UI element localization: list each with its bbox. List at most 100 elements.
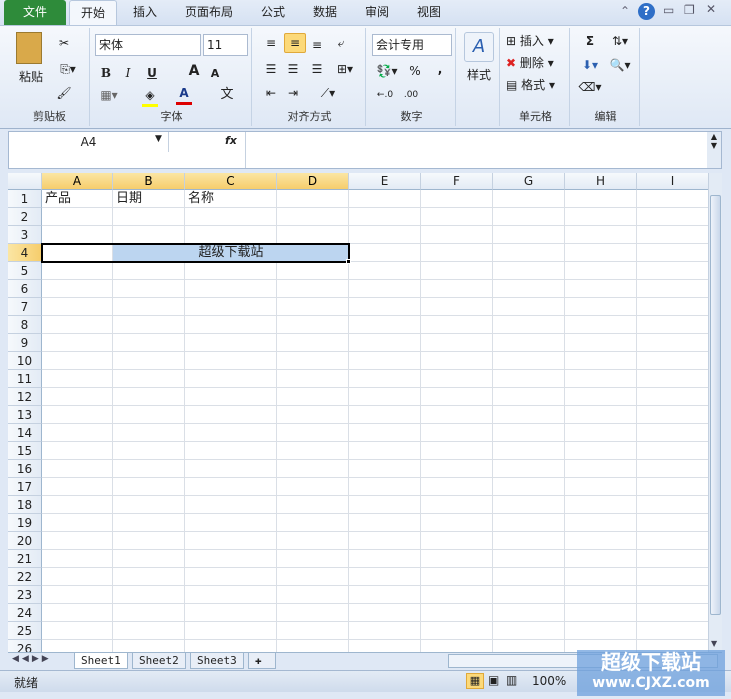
vertical-scrollbar[interactable]: ▼	[708, 173, 722, 652]
align-top-icon[interactable]: ≡	[262, 34, 280, 52]
increase-indent-icon[interactable]: ⇥	[284, 84, 302, 102]
format-cells-button[interactable]: ▤ 格式 ▾	[506, 76, 566, 94]
spreadsheet-grid[interactable]: A B C D E F G H I 1 2 3 4 5 6 7 8 9 10 11 12 13 14 15 16 17 18 19 20…	[8, 173, 708, 652]
column-header-G[interactable]: G	[493, 173, 565, 190]
name-box[interactable]: A4	[9, 132, 169, 152]
align-right-icon[interactable]: ☰	[308, 60, 326, 78]
sheet-tab-2[interactable]: Sheet2	[132, 653, 186, 669]
insert-sheet-icon[interactable]: ✚	[248, 653, 276, 669]
clear-icon[interactable]: ⌫▾	[578, 78, 602, 96]
currency-icon[interactable]: 💱▾	[374, 62, 400, 80]
close-icon[interactable]: ✕	[706, 2, 716, 16]
cell-C1[interactable]: 名称	[185, 190, 277, 208]
font-size-select[interactable]: 11	[203, 34, 248, 56]
sheet-tab-1[interactable]: Sheet1	[74, 653, 128, 669]
wrap-text-icon[interactable]: ⤶	[332, 34, 350, 52]
column-header-A[interactable]: A	[42, 173, 113, 190]
row-header-11[interactable]: 11	[8, 370, 42, 388]
row-header-10[interactable]: 10	[8, 352, 42, 370]
align-bottom-icon[interactable]: ≡	[308, 36, 326, 54]
scroll-thumb[interactable]	[710, 195, 721, 615]
tab-file[interactable]: 文件	[4, 0, 66, 26]
number-format-select[interactable]: 会计专用	[372, 34, 452, 56]
row-header-4[interactable]: 4	[8, 244, 42, 262]
column-header-E[interactable]: E	[349, 173, 421, 190]
align-middle-icon[interactable]: ≡	[284, 33, 306, 53]
minimize-icon[interactable]: ▭	[663, 3, 674, 17]
percent-button[interactable]: %	[408, 62, 422, 80]
row-header-9[interactable]: 9	[8, 334, 42, 352]
tab-insert[interactable]: 插入	[122, 0, 168, 26]
row-header-2[interactable]: 2	[8, 208, 42, 226]
shrink-font-button[interactable]: A	[208, 65, 222, 83]
increase-decimal-button[interactable]: ←.0	[374, 86, 396, 104]
page-layout-view-icon[interactable]: ▣	[488, 673, 499, 687]
styles-icon[interactable]: A	[464, 32, 494, 62]
tab-formulas[interactable]: 公式	[250, 0, 296, 26]
row-header-25[interactable]: 25	[8, 622, 42, 640]
zoom-level[interactable]: 100%	[532, 674, 566, 688]
row-header-26[interactable]: 26	[8, 640, 42, 652]
row-header-7[interactable]: 7	[8, 298, 42, 316]
sort-filter-icon[interactable]: ⇅▾	[608, 32, 632, 50]
tab-data[interactable]: 数据	[302, 0, 348, 26]
paste-icon[interactable]	[16, 32, 42, 64]
row-header-8[interactable]: 8	[8, 316, 42, 334]
row-header-18[interactable]: 18	[8, 496, 42, 514]
sheet-tab-3[interactable]: Sheet3	[190, 653, 244, 669]
paste-button[interactable]: 粘贴	[14, 68, 48, 86]
cell-B1[interactable]: 日期	[113, 190, 185, 208]
restore-icon[interactable]: ❐	[684, 3, 695, 17]
formula-input[interactable]	[245, 132, 707, 168]
row-header-21[interactable]: 21	[8, 550, 42, 568]
row-header-14[interactable]: 14	[8, 424, 42, 442]
fill-color-icon[interactable]: ◈	[142, 86, 158, 107]
merge-center-icon[interactable]: ⊞▾	[332, 60, 358, 78]
minimize-ribbon-icon[interactable]: ⌃	[620, 4, 630, 18]
phonetic-button[interactable]: 文	[218, 86, 236, 104]
name-box-dropdown-icon[interactable]: ▼	[155, 134, 162, 144]
normal-view-icon[interactable]: ▦	[466, 673, 484, 689]
autosum-button[interactable]: Σ	[578, 32, 602, 50]
font-name-select[interactable]: 宋体	[95, 34, 201, 56]
tab-page-layout[interactable]: 页面布局	[176, 0, 242, 26]
grow-font-button[interactable]: A	[186, 62, 202, 80]
copy-icon[interactable]: ⎘▾	[56, 60, 80, 78]
row-header-5[interactable]: 5	[8, 262, 42, 280]
italic-button[interactable]: I	[120, 64, 136, 82]
insert-cells-button[interactable]: ⊞ 插入 ▾	[506, 32, 566, 50]
column-header-H[interactable]: H	[565, 173, 637, 190]
select-all-corner[interactable]	[8, 173, 42, 190]
help-icon[interactable]: ?	[638, 3, 655, 20]
format-painter-icon[interactable]: 🖌	[56, 84, 72, 102]
decrease-indent-icon[interactable]: ⇤	[262, 84, 280, 102]
column-header-F[interactable]: F	[421, 173, 493, 190]
row-header-6[interactable]: 6	[8, 280, 42, 298]
tab-view[interactable]: 视图	[406, 0, 452, 26]
find-icon[interactable]: 🔍▾	[608, 56, 632, 74]
cut-icon[interactable]: ✂	[56, 34, 72, 52]
row-header-24[interactable]: 24	[8, 604, 42, 622]
row-header-12[interactable]: 12	[8, 388, 42, 406]
row-header-22[interactable]: 22	[8, 568, 42, 586]
fill-icon[interactable]: ⬇▾	[578, 56, 602, 74]
column-header-C[interactable]: C	[185, 173, 277, 190]
decrease-decimal-button[interactable]: .00	[400, 86, 422, 104]
tab-review[interactable]: 审阅	[354, 0, 400, 26]
font-color-button[interactable]: A	[176, 84, 192, 105]
align-center-icon[interactable]: ☰	[284, 60, 302, 78]
formula-bar-scroll[interactable]: ▲ ▼	[707, 132, 721, 168]
row-header-13[interactable]: 13	[8, 406, 42, 424]
row-header-17[interactable]: 17	[8, 478, 42, 496]
row-header-20[interactable]: 20	[8, 532, 42, 550]
scroll-down-icon[interactable]: ▼	[711, 639, 717, 648]
row-header-15[interactable]: 15	[8, 442, 42, 460]
orientation-icon[interactable]: ⟋▾	[316, 84, 340, 102]
bold-button[interactable]: B	[98, 64, 114, 82]
delete-cells-button[interactable]: ✖ 删除 ▾	[506, 54, 566, 72]
fill-handle[interactable]	[346, 259, 351, 264]
cell-A1[interactable]: 产品	[42, 190, 113, 208]
underline-button[interactable]: U	[144, 64, 160, 82]
column-header-I[interactable]: I	[637, 173, 708, 190]
sheet-nav-icon[interactable]: ◀◀▶▶	[12, 654, 52, 664]
